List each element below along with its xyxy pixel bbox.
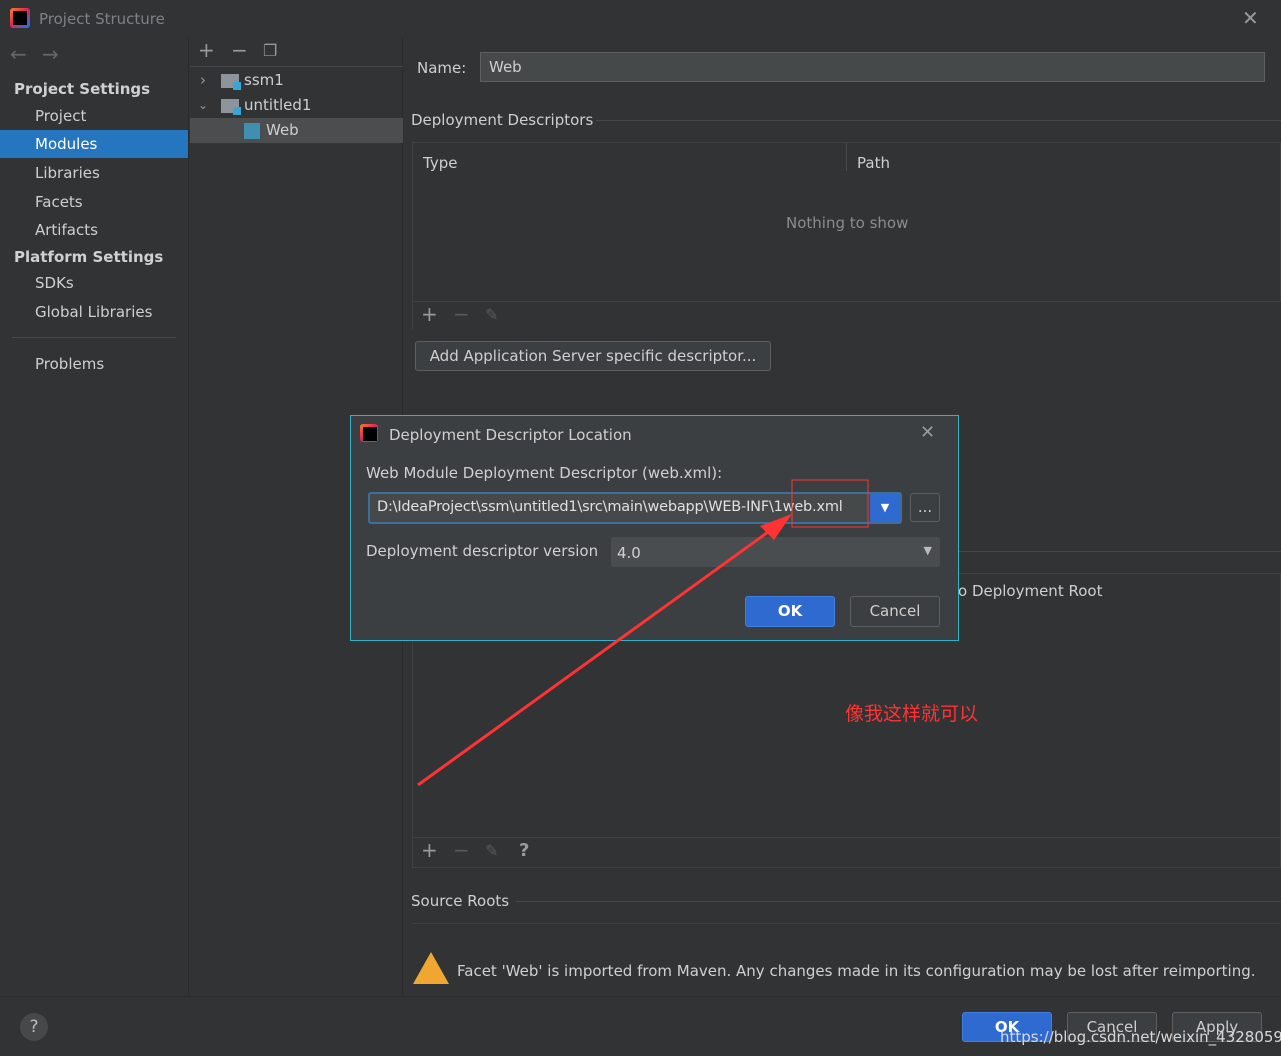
annotation-arrow <box>417 525 776 787</box>
annotation-overlay <box>417 479 869 787</box>
watermark: https://blog.csdn.net/weixin_43280591 <box>1000 1028 1281 1046</box>
highlight-box <box>791 479 869 528</box>
annotation-text: 像我这样就可以 <box>845 703 979 725</box>
